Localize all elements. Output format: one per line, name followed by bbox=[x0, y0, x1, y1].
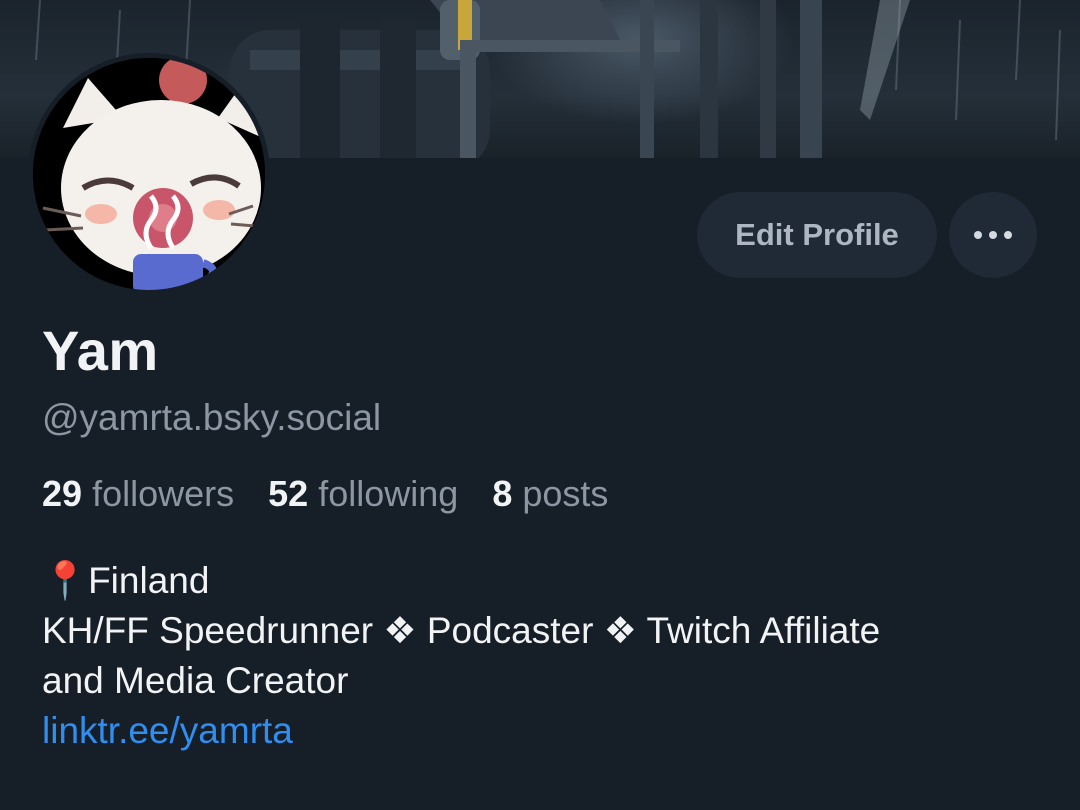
posts-count: 8 bbox=[492, 473, 513, 514]
bio-location-line: 📍Finland bbox=[42, 556, 1052, 606]
avatar-frame[interactable] bbox=[28, 53, 270, 295]
more-dots-icon bbox=[974, 231, 1012, 239]
bio-line: KH/FF Speedrunner ❖ Podcaster ❖ Twitch A… bbox=[42, 610, 881, 651]
following-stat[interactable]: 52 following bbox=[268, 473, 458, 514]
bio-location: Finland bbox=[88, 560, 210, 601]
profile-bio: 📍Finland KH/FF Speedrunner ❖ Podcaster ❖… bbox=[42, 556, 1052, 756]
posts-label: posts bbox=[522, 473, 609, 514]
moogle-avatar-icon bbox=[33, 58, 265, 290]
followers-stat[interactable]: 29 followers bbox=[42, 473, 234, 514]
followers-label: followers bbox=[92, 473, 235, 514]
bio-link[interactable]: linktr.ee/yamrta bbox=[42, 710, 293, 751]
posts-stat: 8 posts bbox=[492, 473, 608, 514]
location-pin-icon: 📍 bbox=[42, 560, 89, 601]
avatar[interactable] bbox=[33, 58, 265, 290]
more-options-button[interactable] bbox=[949, 192, 1037, 278]
profile-handle: @yamrta.bsky.social bbox=[42, 397, 382, 438]
display-name: Yam bbox=[42, 319, 159, 382]
bio-line: and Media Creator bbox=[42, 660, 349, 701]
profile-stats: 29 followers 52 following 8 posts bbox=[42, 473, 608, 515]
edit-profile-button[interactable]: Edit Profile bbox=[697, 192, 937, 278]
followers-count: 29 bbox=[42, 473, 83, 514]
following-label: following bbox=[318, 473, 459, 514]
following-count: 52 bbox=[268, 473, 309, 514]
